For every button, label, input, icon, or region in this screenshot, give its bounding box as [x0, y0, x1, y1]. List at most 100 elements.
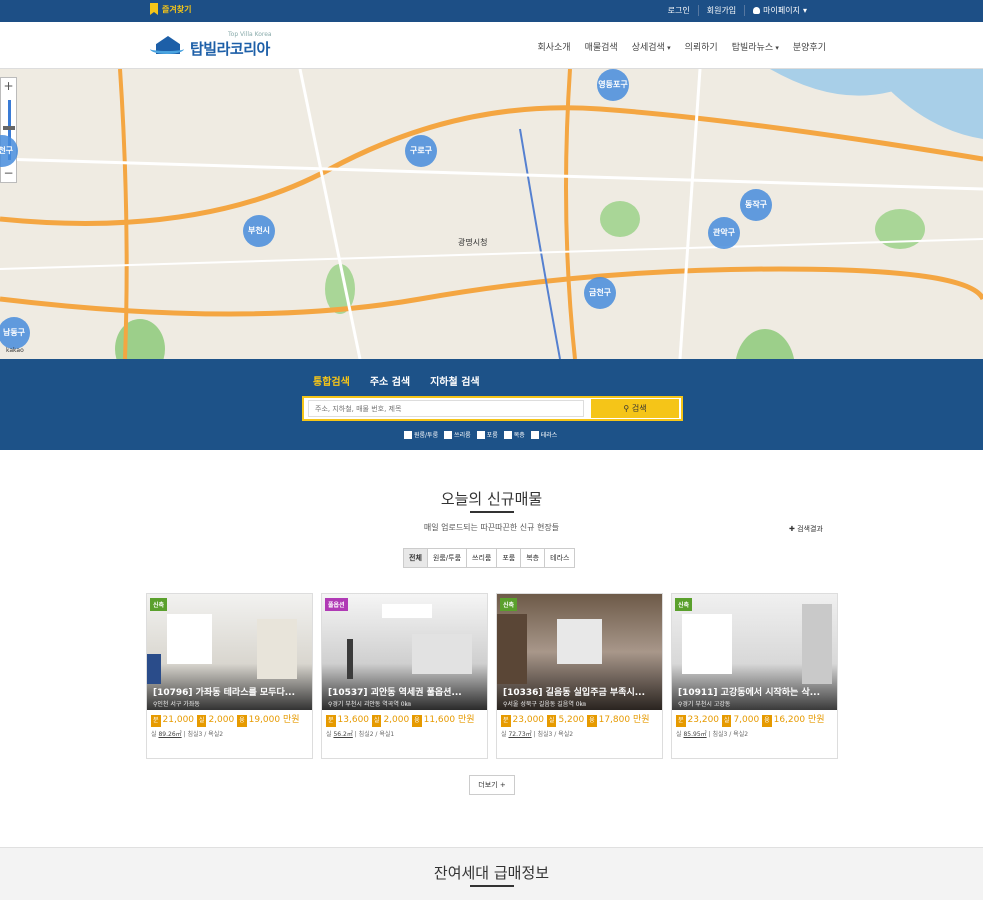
check-duplex[interactable]: 복층 — [503, 430, 525, 439]
listing-photo: 신축 [10336] 길음동 실입주금 부족시... ⚲서울 성북구 길음동 길… — [497, 594, 662, 710]
listing-card[interactable]: 풀옵션 [10537] 괴안동 역세권 풀옵션... ⚲경기 부천시 괴안동 역… — [321, 593, 488, 759]
check-label: 원룸/투룸 — [414, 432, 439, 439]
search-results-label: 검색결과 — [797, 525, 823, 533]
listing-badge: 신축 — [150, 598, 168, 611]
location-text: 인천 서구 가좌동 — [157, 701, 200, 708]
nav-request[interactable]: 의뢰하기 — [685, 40, 718, 53]
header: Top Villa Korea 탑빌라코리아 회사소개 매물검색 상세검색 의뢰… — [0, 22, 983, 69]
zoom-out-button[interactable]: − — [1, 165, 16, 182]
rooms-value: 침실3 / 욕실2 — [187, 731, 224, 738]
load-more-button[interactable]: 더보기 + — [469, 775, 515, 795]
search-results-link[interactable]: ✚ 검색결과 — [789, 524, 823, 534]
check-oneroom[interactable]: 원룸/투룸 — [404, 430, 438, 439]
filter-duplex[interactable]: 복층 — [520, 549, 545, 567]
nav-search[interactable]: 매물검색 — [585, 40, 618, 53]
rooms-value: 침실3 / 욕실2 — [712, 731, 749, 738]
check-fourroom[interactable]: 포룸 — [476, 430, 498, 439]
site-logo[interactable]: Top Villa Korea 탑빌라코리아 — [150, 30, 272, 60]
zoom-in-button[interactable]: + — [1, 78, 16, 95]
price-value: 2,000 — [383, 715, 410, 725]
listing-card[interactable]: 신축 [10796] 가좌동 테라스를 모두다... ⚲인천 서구 가좌동 분2… — [146, 593, 313, 759]
filter-fourroom[interactable]: 포룸 — [496, 549, 521, 567]
location-text: 경기 부천시 괴안동 역곡역 0㎞ — [332, 701, 411, 708]
price-value: 23,200 — [687, 715, 720, 725]
tab-integrated-search[interactable]: 통합검색 — [313, 373, 350, 388]
search-panel: 통합검색 주소 검색 지하철 검색 ⚲ 검색 원룸/투룸 쓰리룸 포룸 복층 테… — [0, 359, 983, 450]
search-tabs: 통합검색 주소 검색 지하철 검색 — [313, 373, 480, 388]
search-input[interactable] — [308, 400, 584, 417]
price-label: 융 — [412, 715, 422, 727]
login-link[interactable]: 로그인 — [660, 5, 698, 16]
cluster-marker[interactable]: 관악구 — [708, 217, 740, 249]
price-label: 융 — [762, 715, 772, 727]
listing-title: [10336] 길음동 실입주금 부족시... — [503, 688, 645, 698]
main-nav: 회사소개 매물검색 상세검색 의뢰하기 탑빌라뉴스 분양후기 — [537, 40, 826, 53]
filter-all[interactable]: 전체 — [404, 549, 427, 567]
location-text: 경기 부천시 고강동 — [682, 701, 731, 708]
price-label: 분 — [326, 715, 336, 727]
cluster-marker[interactable]: 금천구 — [584, 277, 616, 309]
search-box: ⚲ 검색 — [302, 396, 683, 421]
room-type-checks: 원룸/투룸 쓰리룸 포룸 복층 테라스 — [404, 430, 557, 439]
mypage-menu[interactable]: 마이페이지 ▾ — [744, 5, 815, 16]
listing-cards: 신축 [10796] 가좌동 테라스를 모두다... ⚲인천 서구 가좌동 분2… — [146, 593, 838, 759]
cluster-marker[interactable]: 영등포구 — [597, 69, 629, 101]
map-base — [0, 69, 983, 359]
checkbox-icon — [476, 430, 485, 439]
price-value: 23,000 — [512, 715, 545, 725]
search-button[interactable]: ⚲ 검색 — [591, 399, 679, 418]
listing-photo: 신축 [10796] 가좌동 테라스를 모두다... ⚲인천 서구 가좌동 — [147, 594, 312, 710]
price-label: 실 — [546, 715, 557, 727]
listing-badge: 신축 — [675, 598, 693, 611]
checkbox-icon — [503, 430, 512, 439]
tab-address-search[interactable]: 주소 검색 — [370, 373, 410, 388]
nav-detail-search[interactable]: 상세검색 — [632, 40, 671, 53]
cluster-marker[interactable]: 구로구 — [405, 135, 437, 167]
check-label: 복층 — [513, 432, 525, 439]
price-unit: 만원 — [632, 715, 650, 725]
cluster-marker[interactable]: 동작구 — [740, 189, 772, 221]
favorite-link[interactable]: 즐겨찾기 — [150, 3, 191, 15]
area-value: 56.2㎡ — [333, 731, 353, 738]
nav-company[interactable]: 회사소개 — [537, 40, 570, 53]
search-icon: ⚲ — [623, 404, 632, 413]
signup-link[interactable]: 회원가입 — [697, 5, 744, 16]
price-value: 21,000 — [162, 715, 195, 725]
filter-terrace[interactable]: 테라스 — [544, 549, 575, 567]
cluster-marker[interactable]: 부천시 — [243, 215, 275, 247]
price-value: 19,000 — [248, 715, 281, 725]
bookmark-icon — [150, 3, 158, 15]
price-value: 5,200 — [558, 715, 585, 725]
listing-info: 실 72.73㎡ | 침실3 / 욕실2 — [501, 731, 574, 738]
logo-subtitle: Top Villa Korea — [228, 31, 272, 38]
price-label: 융 — [237, 715, 247, 727]
check-threeroom[interactable]: 쓰리룸 — [444, 430, 471, 439]
zoom-control[interactable]: + − — [0, 77, 17, 183]
nav-news[interactable]: 탑빌라뉴스 — [732, 40, 779, 53]
listing-info: 실 85.95㎡ | 침실3 / 욕실2 — [676, 731, 749, 738]
urgent-sale-section: 잔여세대 급매정보 — [0, 847, 983, 900]
listing-location: ⚲경기 부천시 고강동 — [678, 699, 730, 708]
filter-threeroom[interactable]: 쓰리룸 — [466, 549, 497, 567]
price-value: 2,000 — [208, 715, 235, 725]
listing-card[interactable]: 신축 [10336] 길음동 실입주금 부족시... ⚲서울 성북구 길음동 길… — [496, 593, 663, 759]
title-underline — [470, 511, 514, 513]
check-terrace[interactable]: 테라스 — [530, 430, 557, 439]
price-label: 실 — [721, 715, 732, 727]
listing-card[interactable]: 신축 [10911] 고강동에서 시작하는 삭... ⚲경기 부천시 고강동 분… — [671, 593, 838, 759]
map-attribution: kakao — [6, 347, 24, 354]
listing-price: 분 21,000 실 2,000 융 19,000 만원 — [147, 710, 312, 727]
listing-info: 실 56.2㎡ | 침실2 / 욕실1 — [326, 731, 395, 738]
filter-oneroom[interactable]: 원룸/투룸 — [426, 549, 467, 567]
filter-tabs: 전체 원룸/투룸 쓰리룸 포룸 복층 테라스 — [403, 548, 576, 568]
listing-info: 실 89.26㎡ | 침실3 / 욕실2 — [151, 731, 224, 738]
zoom-handle[interactable] — [3, 126, 15, 130]
price-value: 17,800 — [598, 715, 631, 725]
nav-reviews[interactable]: 분양후기 — [793, 40, 826, 53]
listing-title: [10796] 가좌동 테라스를 모두다... — [153, 688, 295, 698]
listing-price: 분 13,600 실 2,000 융 11,600 만원 — [322, 710, 487, 727]
map-view[interactable]: + − 영등포구 동작구 구로구 관악구 부천시 금천구 남동구 양천구 광명시… — [0, 69, 983, 359]
tab-subway-search[interactable]: 지하철 검색 — [430, 373, 479, 388]
rooms-value: 침실3 / 욕실2 — [537, 731, 574, 738]
listing-photo: 신축 [10911] 고강동에서 시작하는 삭... ⚲경기 부천시 고강동 — [672, 594, 837, 710]
